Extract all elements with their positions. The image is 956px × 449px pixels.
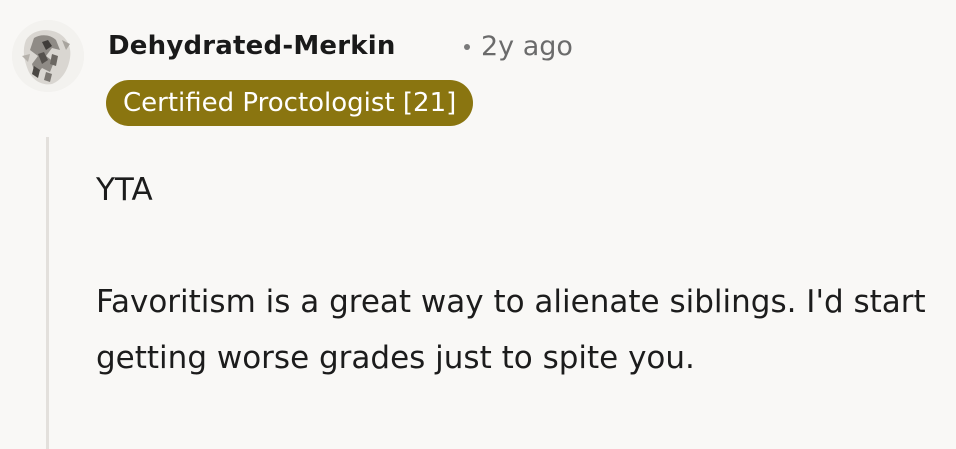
avatar-image-icon [12, 20, 84, 92]
comment-timestamp: 2y ago [481, 31, 573, 62]
comment-paragraph: Favoritism is a great way to alienate si… [96, 284, 926, 376]
user-avatar[interactable] [12, 20, 84, 92]
comment-body: YTA Favoritism is a great way to alienat… [96, 162, 936, 386]
separator-dot-icon [464, 43, 470, 50]
comment-paragraph: YTA [96, 172, 153, 208]
comment: Dehydrated-Merkin 2y ago Certified Proct… [0, 0, 956, 449]
thread-collapse-line[interactable] [46, 137, 49, 449]
user-flair: Certified Proctologist [21] [106, 80, 474, 126]
comment-meta: 2y ago [464, 31, 573, 62]
comment-author[interactable]: Dehydrated-Merkin [108, 31, 396, 61]
